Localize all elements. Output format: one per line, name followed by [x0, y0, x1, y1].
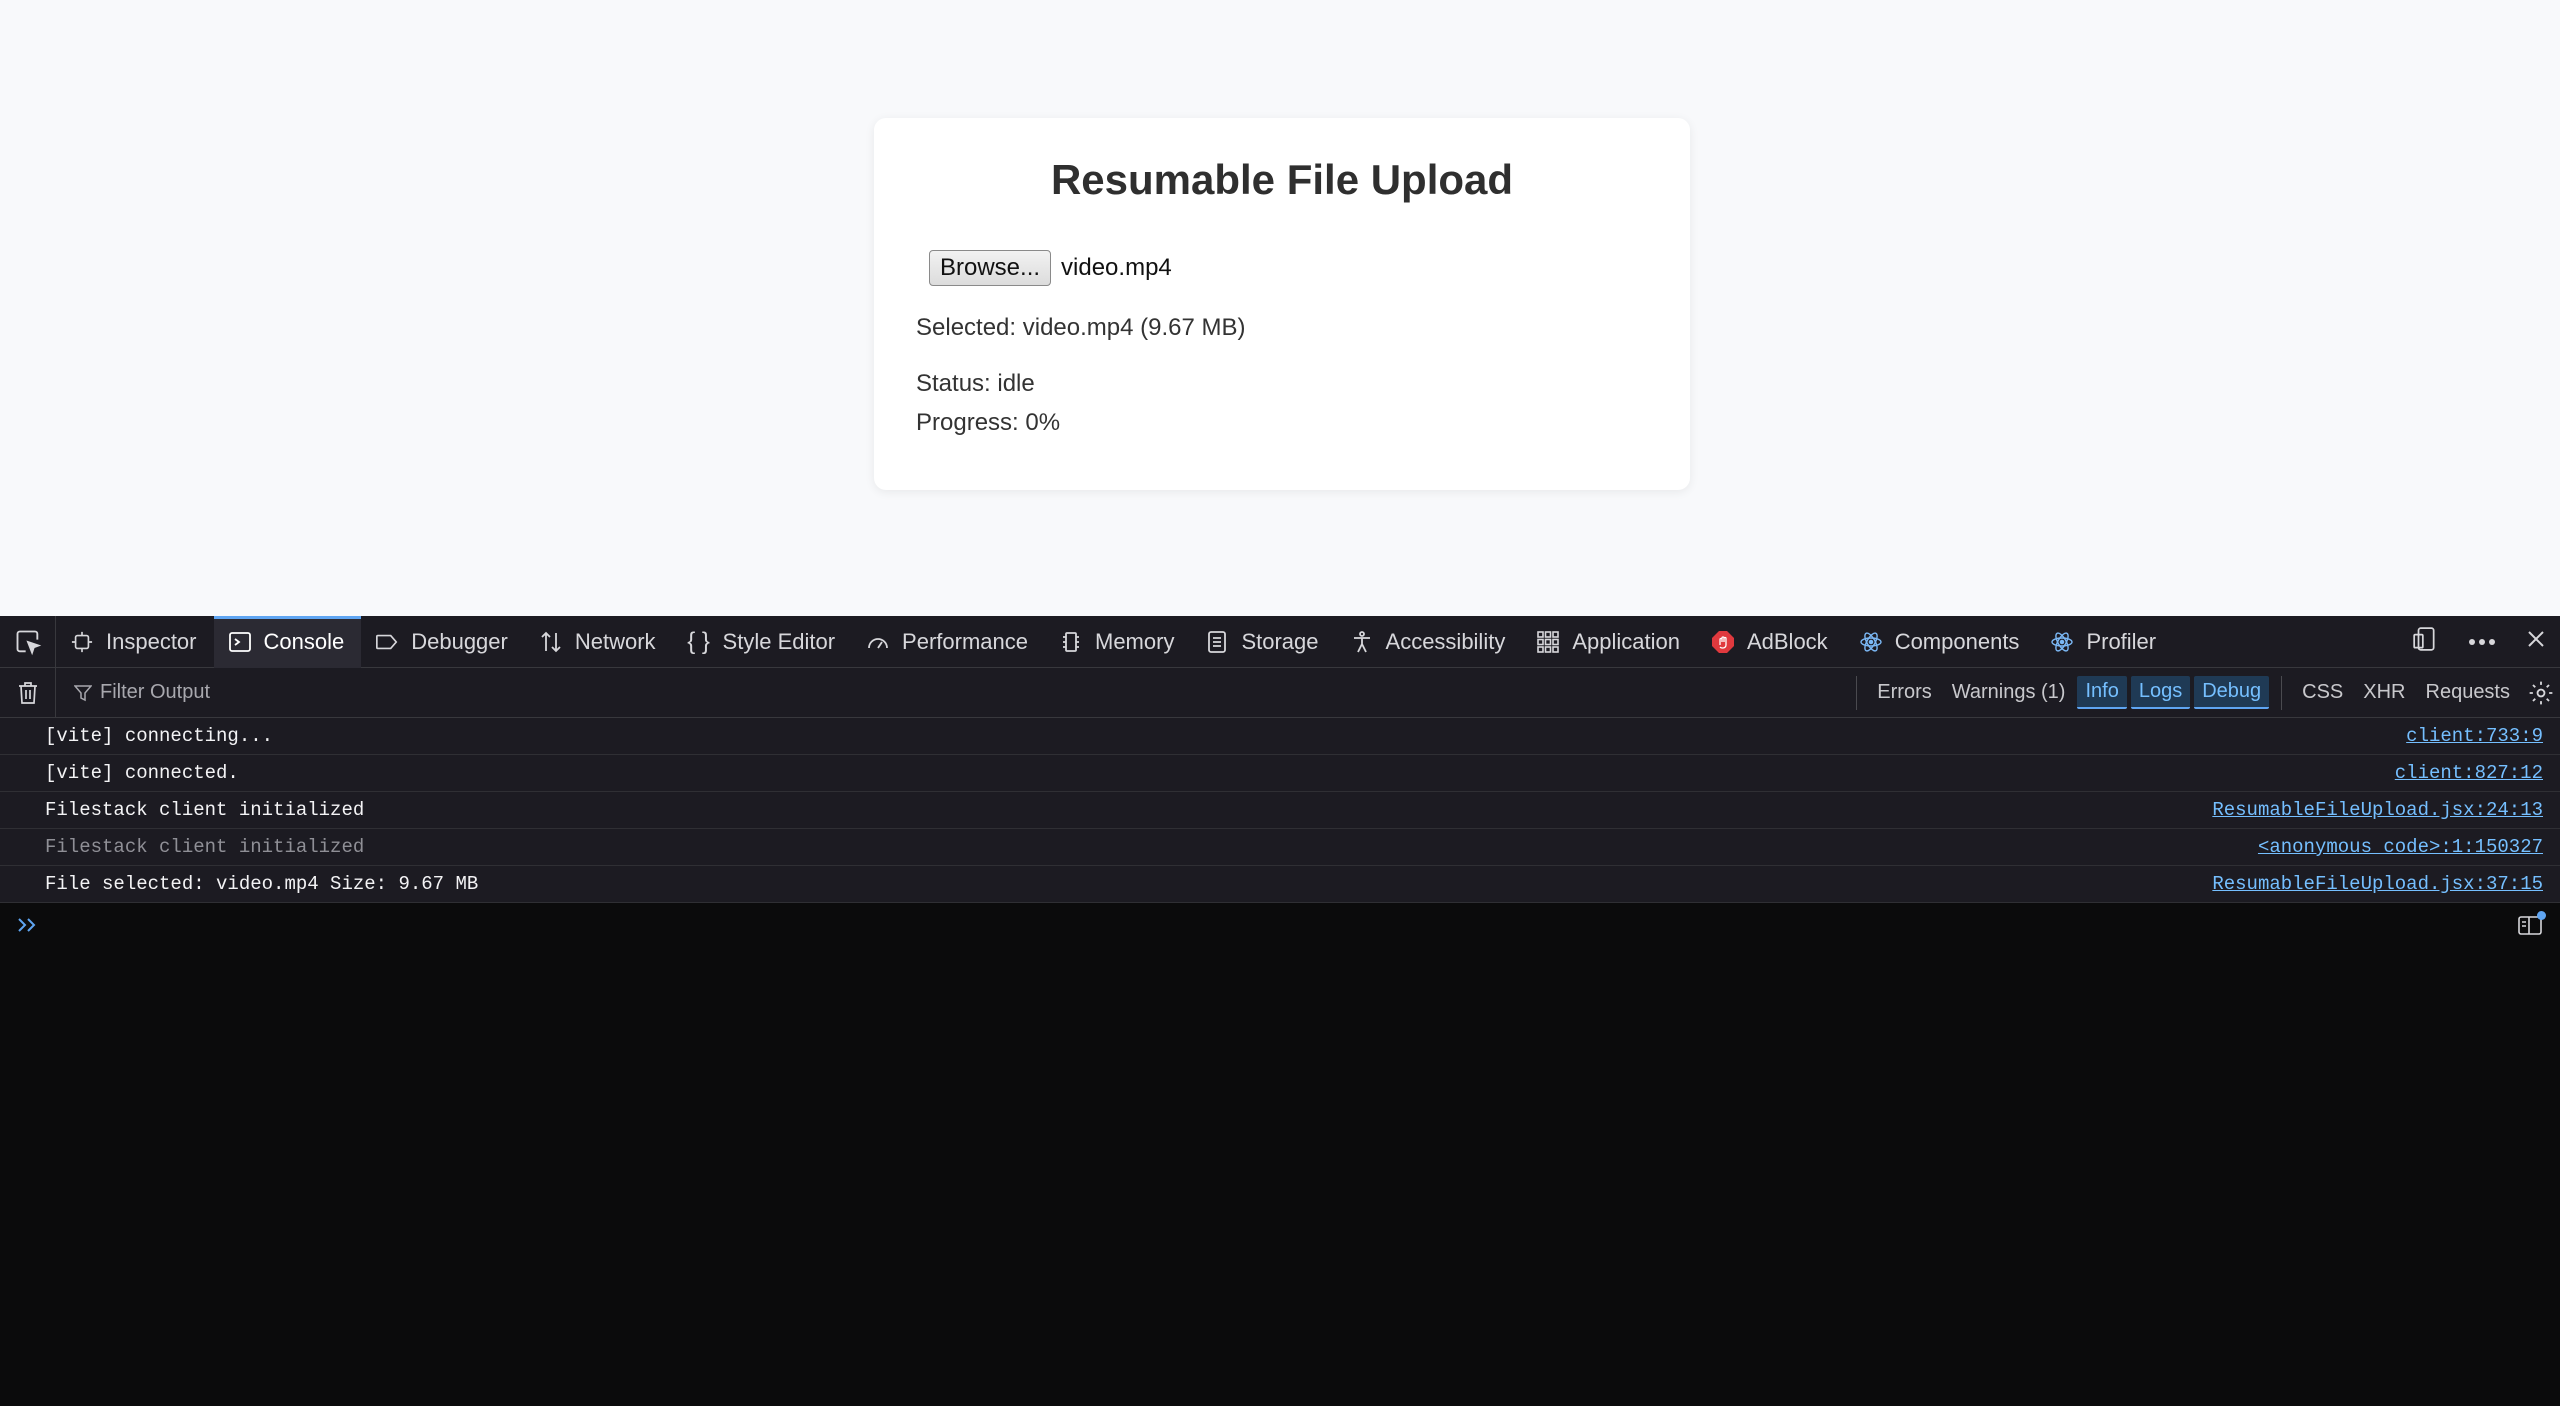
page-title: Resumable File Upload: [1050, 156, 1514, 203]
close-icon[interactable]: [2526, 629, 2546, 654]
tab-label: Debugger: [411, 628, 508, 654]
tab-adblock[interactable]: AdBlock: [1697, 616, 1845, 668]
application-icon: [1536, 630, 1560, 654]
tab-inspector[interactable]: Inspector: [56, 616, 214, 668]
responsive-design-icon[interactable]: [2412, 626, 2438, 657]
filter-icon: [74, 684, 92, 701]
devtools-panel: Inspector Console Debugger Network { } S…: [0, 615, 2560, 1406]
more-options-icon[interactable]: [2468, 633, 2496, 651]
console-message: [vite] connected. client:827:12: [0, 755, 2560, 792]
tab-label: Storage: [1241, 628, 1319, 654]
filter-debug[interactable]: Debug: [2194, 676, 2270, 709]
filter-xhr[interactable]: XHR: [2355, 677, 2413, 708]
filter-logs[interactable]: Logs: [2130, 676, 2191, 709]
accessibility-icon: [1350, 630, 1374, 654]
message-source-link[interactable]: <anonymous code>:1:150327: [2258, 836, 2543, 858]
tab-memory[interactable]: Memory: [1045, 616, 1191, 668]
message-text: [vite] connecting...: [45, 725, 274, 747]
message-text: [vite] connected.: [45, 762, 239, 784]
adblock-icon: [1711, 630, 1735, 654]
file-input[interactable]: Browse... video.mp4: [929, 250, 1172, 286]
message-text: Filestack client initialized: [45, 799, 365, 821]
tab-label: Application: [1572, 628, 1680, 654]
console-filter-bar: Errors Warnings (1) Info Logs Debug CSS …: [0, 667, 2560, 718]
tab-label: Performance: [902, 628, 1028, 654]
console-message: File selected: video.mp4 Size: 9.67 MB R…: [0, 866, 2560, 903]
tab-label: Style Editor: [722, 628, 836, 654]
performance-icon: [866, 630, 890, 654]
message-text: File selected: video.mp4 Size: 9.67 MB: [45, 873, 479, 895]
message-text: Filestack client initialized: [45, 836, 365, 858]
console-input[interactable]: [51, 914, 2517, 936]
upload-progress: Progress: 0%: [916, 409, 1061, 436]
tab-performance[interactable]: Performance: [852, 616, 1045, 668]
tab-label: Inspector: [106, 628, 197, 654]
console-message: Filestack client initialized ResumableFi…: [0, 792, 2560, 829]
react-icon: [2050, 630, 2074, 654]
browse-button[interactable]: Browse...: [929, 250, 1052, 286]
tab-label: Network: [574, 628, 656, 654]
editor-mode-icon[interactable]: [2517, 911, 2546, 937]
react-icon: [1859, 630, 1883, 654]
tab-label: Components: [1894, 628, 2020, 654]
filter-info[interactable]: Info: [2077, 676, 2127, 709]
upload-status: Status: idle: [916, 370, 1035, 397]
network-icon: [539, 630, 563, 654]
console-message: [vite] connecting... client:733:9: [0, 718, 2560, 755]
upload-card: Resumable File Upload Browse... video.mp…: [874, 118, 1690, 490]
tab-storage[interactable]: Storage: [1191, 616, 1335, 668]
console-message: Filestack client initialized <anonymous …: [0, 829, 2560, 866]
element-picker-button[interactable]: [0, 615, 56, 668]
tab-application[interactable]: Application: [1522, 616, 1697, 668]
message-source-link[interactable]: ResumableFileUpload.jsx:37:15: [2212, 873, 2543, 895]
tab-console[interactable]: Console: [213, 615, 362, 668]
prompt-chevron-icon: [18, 918, 36, 932]
tab-label: Console: [263, 628, 345, 654]
tab-label: Accessibility: [1385, 628, 1506, 654]
message-source-link[interactable]: client:827:12: [2395, 762, 2543, 784]
divider: [1856, 675, 1858, 710]
tab-label: AdBlock: [1746, 628, 1828, 654]
toolbar-actions: [2412, 626, 2560, 657]
selected-file-name: video.mp4: [1061, 254, 1172, 281]
filter-warnings[interactable]: Warnings (1): [1944, 677, 2074, 708]
divider: [2281, 675, 2283, 710]
trash-icon: [18, 681, 37, 704]
tab-style-editor[interactable]: { } Style Editor: [673, 616, 853, 668]
clear-console-button[interactable]: [0, 667, 56, 718]
tab-profiler[interactable]: Profiler: [2036, 616, 2173, 668]
devtools-toolbar: Inspector Console Debugger Network { } S…: [0, 615, 2560, 668]
console-settings-icon[interactable]: [2528, 680, 2554, 706]
memory-icon: [1059, 630, 1083, 654]
filter-output: [56, 681, 1846, 704]
filter-errors[interactable]: Errors: [1869, 677, 1939, 708]
debugger-icon: [375, 630, 399, 654]
tab-accessibility[interactable]: Accessibility: [1336, 616, 1523, 668]
filter-css[interactable]: CSS: [2294, 677, 2351, 708]
style-editor-icon: { }: [687, 627, 710, 655]
console-output: [vite] connecting... client:733:9 [vite]…: [0, 718, 2560, 947]
storage-icon: [1205, 630, 1229, 654]
element-picker-icon: [16, 630, 41, 655]
selected-file-info: Selected: video.mp4 (9.67 MB): [916, 314, 1246, 341]
console-icon: [228, 630, 252, 654]
tab-network[interactable]: Network: [525, 616, 673, 668]
filter-requests[interactable]: Requests: [2418, 677, 2519, 708]
tab-label: Profiler: [2086, 628, 2157, 654]
page-viewport: Resumable File Upload Browse... video.mp…: [0, 0, 2560, 616]
tab-label: Memory: [1095, 628, 1175, 654]
message-source-link[interactable]: client:733:9: [2406, 725, 2543, 747]
inspector-icon: [70, 630, 94, 654]
console-input-row: [0, 903, 2560, 947]
filter-output-input[interactable]: [100, 681, 700, 704]
message-source-link[interactable]: ResumableFileUpload.jsx:24:13: [2212, 799, 2543, 821]
tab-debugger[interactable]: Debugger: [361, 616, 525, 668]
tab-components[interactable]: Components: [1845, 616, 2037, 668]
